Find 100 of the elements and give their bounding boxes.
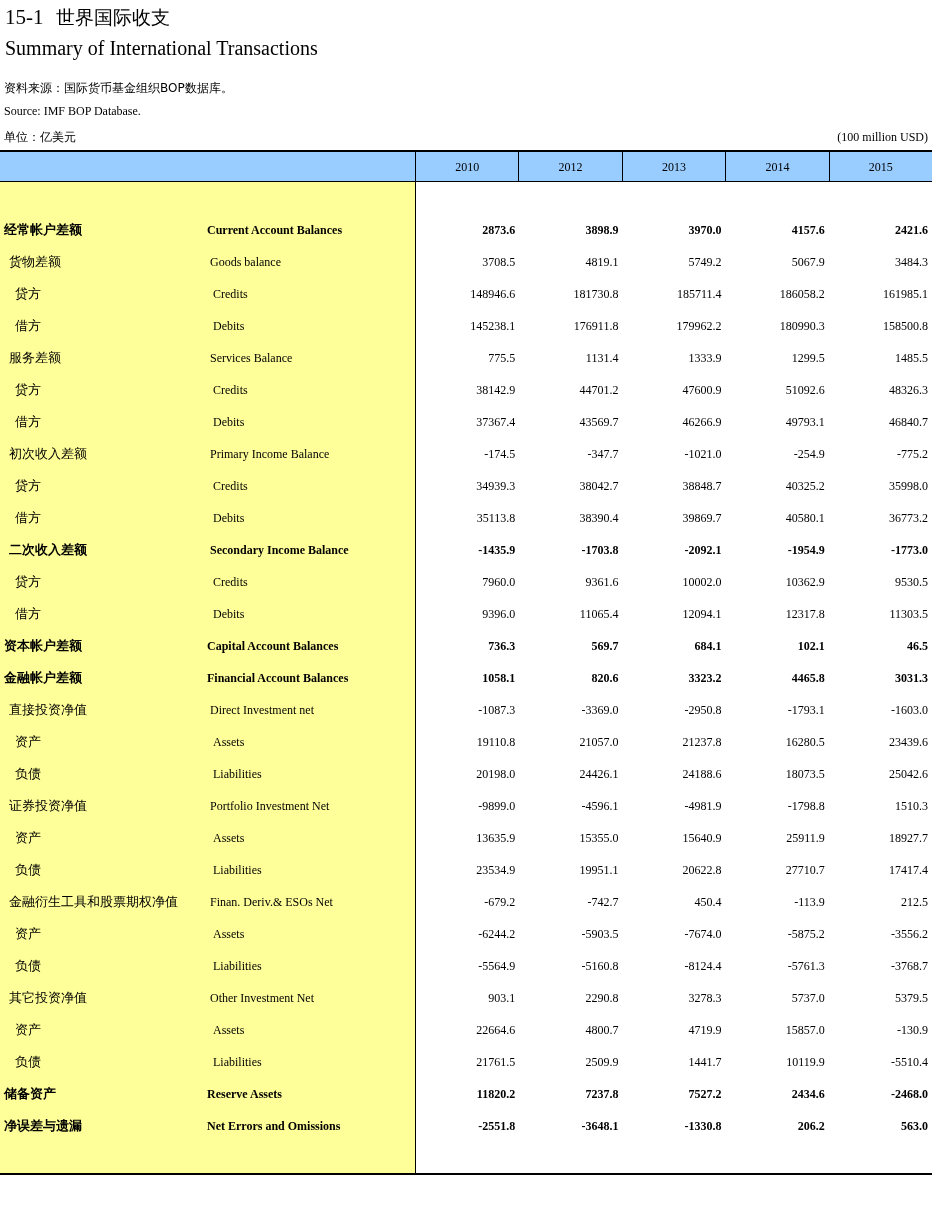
table-cell-text: 35113.8 bbox=[475, 510, 517, 527]
table-cell-text: 12094.1 bbox=[681, 606, 723, 623]
table-cell-text: 9396.0 bbox=[481, 606, 517, 623]
table-cell-text: 15355.0 bbox=[578, 830, 620, 847]
table-cell-text: 38390.4 bbox=[578, 510, 620, 527]
table-cell-text: 569.7 bbox=[590, 638, 620, 655]
row-label: Liabilities bbox=[212, 1054, 262, 1071]
table-cell-text: 35998.0 bbox=[888, 478, 929, 495]
table-cell-text: 37367.4 bbox=[475, 414, 517, 431]
row-label: Assets bbox=[212, 734, 245, 751]
table-cell-text: 2290.8 bbox=[584, 990, 620, 1007]
row-label: Assets bbox=[212, 926, 245, 943]
table-cell-text: -5761.3 bbox=[786, 958, 826, 975]
row-label: 贷方 bbox=[14, 476, 42, 495]
row-label: 初次收入差额 bbox=[8, 444, 88, 463]
table-cell-text: 9530.5 bbox=[894, 574, 929, 591]
table-cell-text: 23439.6 bbox=[888, 734, 929, 751]
row-label: 借方 bbox=[14, 412, 42, 431]
table-cell-text: 48326.3 bbox=[888, 382, 929, 399]
table-cell-text: 820.6 bbox=[590, 670, 620, 687]
table-cell-text: 20622.8 bbox=[681, 862, 723, 879]
column-header: 2015 bbox=[867, 158, 894, 176]
table-cell-text: -1021.0 bbox=[683, 446, 723, 463]
table-cell-text: -9899.0 bbox=[477, 798, 517, 815]
table-cell-text: -1798.8 bbox=[786, 798, 826, 815]
row-label: Debits bbox=[212, 606, 245, 623]
table-cell-text: -1793.1 bbox=[786, 702, 826, 719]
table-cell-text: 38848.7 bbox=[681, 478, 723, 495]
row-label: Debits bbox=[212, 510, 245, 527]
table-cell-text: 11820.2 bbox=[475, 1086, 517, 1103]
row-label: 金融衍生工具和股票期权净值 bbox=[8, 892, 179, 911]
column-header: 2013 bbox=[622, 152, 727, 181]
table-cell-text: 684.1 bbox=[693, 638, 723, 655]
row-label: Financial Account Balances bbox=[207, 670, 349, 687]
table-cell-text: 7527.2 bbox=[687, 1086, 723, 1103]
table-cell-text: -130.9 bbox=[896, 1022, 929, 1039]
table-cell-text: -1954.9 bbox=[786, 542, 826, 559]
table-cell-text: 43569.7 bbox=[578, 414, 620, 431]
row-label: 净误差与遗漏 bbox=[3, 1116, 83, 1135]
row-label: Current Account Balances bbox=[207, 222, 343, 239]
table-cell-text: -5160.8 bbox=[580, 958, 620, 975]
table-cell-text: 185711.4 bbox=[676, 286, 723, 303]
table-cell-text: 180990.3 bbox=[778, 318, 826, 335]
row-label: 资产 bbox=[14, 732, 42, 751]
row-label: 资产 bbox=[14, 1020, 42, 1039]
unit-label: (100 million USD) bbox=[837, 129, 928, 146]
table-cell-text: 7237.8 bbox=[584, 1086, 620, 1103]
row-label: Secondary Income Balance bbox=[209, 542, 349, 559]
table-cell-text: 102.1 bbox=[796, 638, 826, 655]
table-cell-text: -3768.7 bbox=[890, 958, 929, 975]
table-cell-text: 21057.0 bbox=[578, 734, 620, 751]
row-label: 金融帐户差额 bbox=[3, 668, 83, 687]
row-label: 负债 bbox=[14, 1052, 42, 1071]
table-cell-text: 18073.5 bbox=[784, 766, 826, 783]
row-label: 服务差额 bbox=[8, 348, 62, 367]
table-cell-text: 1485.5 bbox=[894, 350, 929, 367]
table-cell-text: -5510.4 bbox=[890, 1054, 929, 1071]
table-cell-text: -1435.9 bbox=[477, 542, 517, 559]
row-label: 负债 bbox=[14, 956, 42, 975]
row-label: Finan. Deriv.& ESOs Net bbox=[209, 894, 333, 911]
table-cell-text: 19951.1 bbox=[578, 862, 620, 879]
row-label: Assets bbox=[212, 1022, 245, 1039]
table-cell-text: 47600.9 bbox=[681, 382, 723, 399]
column-header: 2010 bbox=[416, 152, 520, 181]
row-label: 资产 bbox=[14, 924, 42, 943]
table-cell-text: 5737.0 bbox=[790, 990, 826, 1007]
table-cell-text: 9361.6 bbox=[584, 574, 620, 591]
table-cell-text: 1441.7 bbox=[687, 1054, 723, 1071]
table-cell-text: -174.5 bbox=[483, 446, 517, 463]
table-cell-text: 24188.6 bbox=[681, 766, 723, 783]
row-label: 资本帐户差额 bbox=[3, 636, 83, 655]
table-cell-text: 34939.3 bbox=[475, 478, 517, 495]
table-cell-text: 11065.4 bbox=[578, 606, 620, 623]
column-header: 2014 bbox=[726, 152, 830, 181]
table-cell-text: 49793.1 bbox=[784, 414, 826, 431]
table-cell-text: 1510.3 bbox=[894, 798, 929, 815]
row-label: 经常帐户差额 bbox=[3, 220, 83, 239]
table-cell-text: 23534.9 bbox=[475, 862, 517, 879]
row-label: Reserve Assets bbox=[207, 1086, 282, 1103]
table-cell-text: -2468.0 bbox=[890, 1086, 929, 1103]
row-label: Liabilities bbox=[212, 862, 262, 879]
row-label: 储备资产 bbox=[2, 1084, 57, 1103]
table-cell-text: 2421.6 bbox=[894, 222, 929, 239]
table-cell-text: 4800.7 bbox=[584, 1022, 620, 1039]
table-cell-text: -1330.8 bbox=[683, 1118, 723, 1135]
table-cell-text: -5903.5 bbox=[580, 926, 620, 943]
table-cell-text: 19110.8 bbox=[475, 734, 517, 751]
row-label: 贷方 bbox=[14, 284, 42, 303]
table-cell-text: 4465.8 bbox=[790, 670, 826, 687]
table-subtitle: Summary of International Transactions bbox=[4, 36, 318, 62]
table-cell-text: 181730.8 bbox=[572, 286, 620, 303]
table-cell-text: 176911.8 bbox=[572, 318, 620, 335]
row-label: Primary Income Balance bbox=[209, 446, 330, 463]
table-cell-text: 3484.3 bbox=[894, 254, 929, 271]
table-cell-text: -1087.3 bbox=[477, 702, 517, 719]
table-cell-text: 25911.9 bbox=[785, 830, 826, 847]
table-cell-text: 903.1 bbox=[487, 990, 517, 1007]
table-cell-text: 2509.9 bbox=[584, 1054, 620, 1071]
column-header: 2012 bbox=[519, 152, 623, 181]
table-cell-text: -6244.2 bbox=[477, 926, 517, 943]
